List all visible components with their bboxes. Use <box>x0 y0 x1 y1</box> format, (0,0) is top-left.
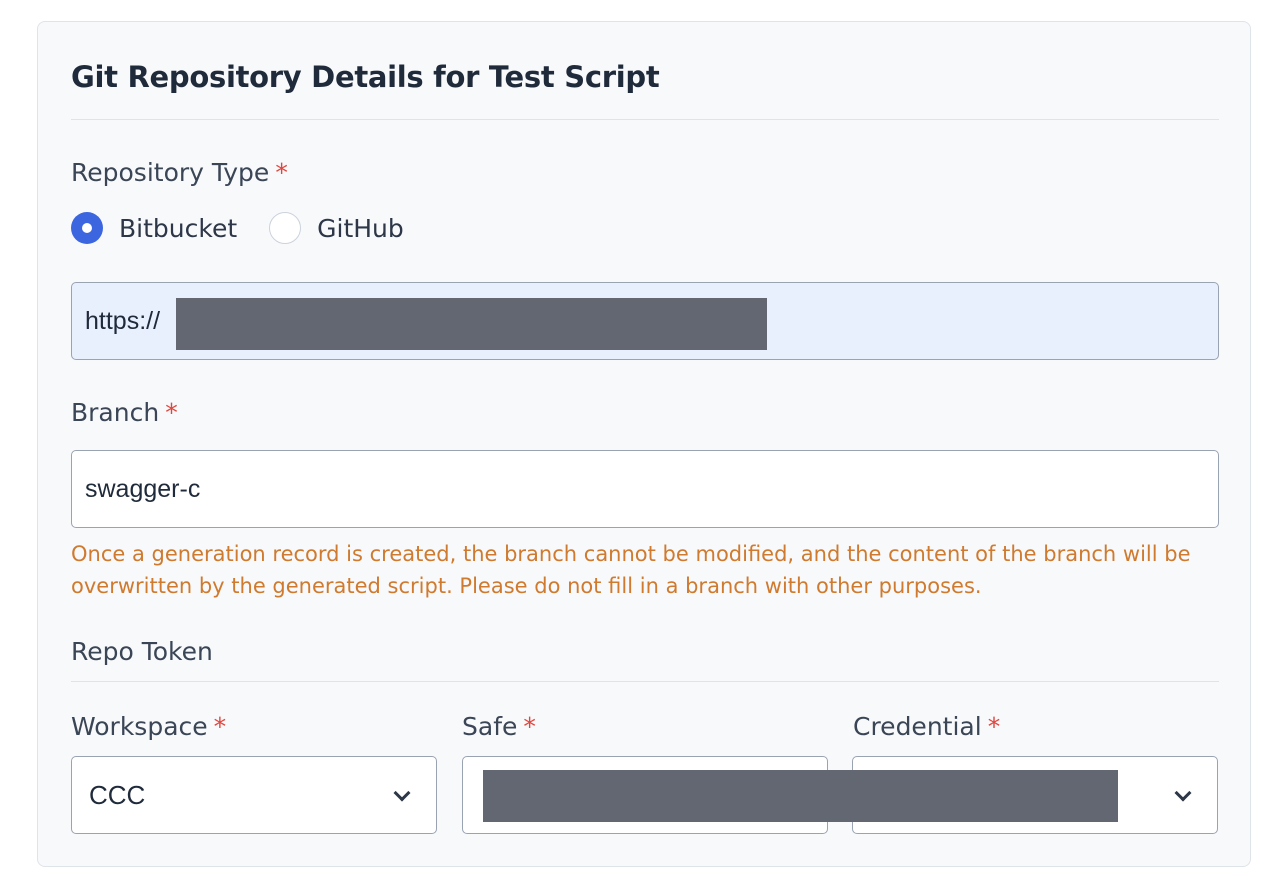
workspace-label: Workspace * <box>71 712 226 741</box>
required-mark: * <box>213 712 227 741</box>
safe-label-text: Safe <box>462 712 518 741</box>
required-mark: * <box>523 712 536 741</box>
required-mark: * <box>275 158 288 187</box>
workspace-label-text: Workspace <box>71 712 208 741</box>
radio-bitbucket[interactable]: Bitbucket <box>71 212 237 244</box>
card-title: Git Repository Details for Test Script <box>71 60 660 94</box>
git-repository-card: Git Repository Details for Test Script R… <box>37 21 1251 867</box>
workspace-select[interactable]: CCC <box>71 756 437 834</box>
radio-github-circle[interactable] <box>269 212 302 244</box>
radio-github-label: GitHub <box>317 213 404 243</box>
repository-url-input[interactable]: https:// <box>71 282 1219 360</box>
branch-input[interactable]: swagger-c <box>71 450 1219 528</box>
title-divider <box>71 119 1219 120</box>
radio-github[interactable]: GitHub <box>269 212 404 244</box>
credential-label-text: Credential <box>853 712 982 741</box>
redacted-block <box>483 770 1118 822</box>
required-mark: * <box>165 398 178 427</box>
required-mark: * <box>987 712 1001 741</box>
branch-warning-hint: Once a generation record is created, the… <box>71 542 1191 598</box>
safe-label: Safe * <box>462 712 536 741</box>
repository-type-label-text: Repository Type <box>71 158 270 187</box>
radio-bitbucket-label: Bitbucket <box>119 213 238 243</box>
redacted-block <box>176 298 767 350</box>
repository-type-label: Repository Type * <box>71 158 288 187</box>
workspace-selected-value: CCC <box>89 779 146 810</box>
branch-label-text: Branch <box>71 398 160 427</box>
repository-url-value: https:// <box>85 306 161 335</box>
repo-token-section-label: Repo Token <box>71 637 213 666</box>
branch-label: Branch * <box>71 398 178 427</box>
chevron-down-icon <box>1174 784 1192 802</box>
chevron-down-icon <box>393 784 411 802</box>
repository-type-radio-group: Bitbucket GitHub <box>71 212 436 244</box>
section-divider <box>71 681 1219 682</box>
branch-value: swagger-c <box>85 474 201 503</box>
radio-bitbucket-circle[interactable] <box>71 212 103 244</box>
credential-label: Credential * <box>853 712 1000 741</box>
